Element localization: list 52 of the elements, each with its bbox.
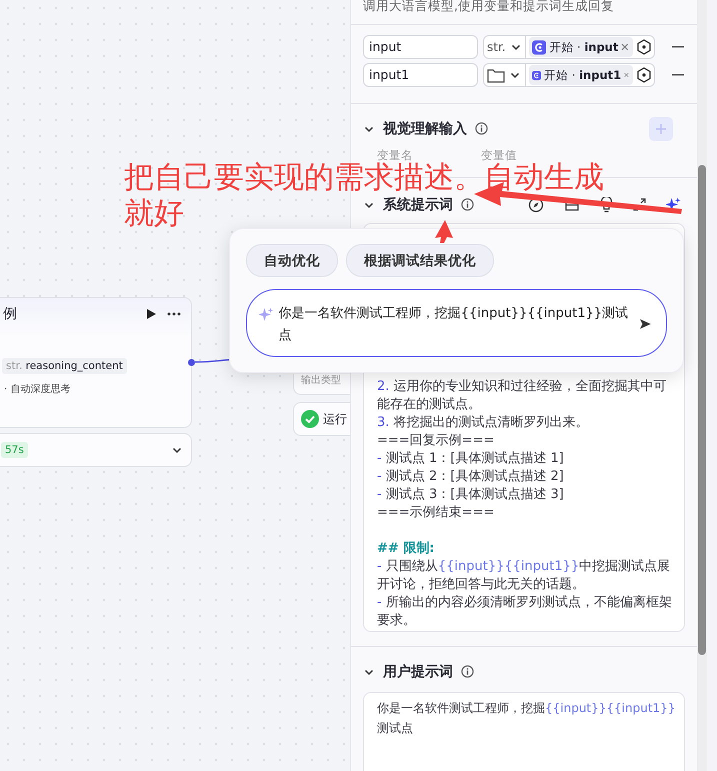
option-label: · 自动深度思考 bbox=[4, 382, 70, 396]
prompt-text: 你是一名软件测试工程师，挖掘{{input}}{{input1}} 测试点 bbox=[377, 700, 676, 737]
duration-tag: 57s bbox=[1, 442, 28, 458]
prompt-line: ## 限制: bbox=[377, 540, 436, 558]
variable-name-field[interactable]: input1 bbox=[363, 63, 478, 87]
variable-name-field[interactable]: input bbox=[363, 35, 478, 59]
section-title: 系统提示词 bbox=[383, 196, 453, 214]
check-icon bbox=[301, 410, 319, 428]
info-icon bbox=[475, 122, 488, 135]
optimize-button[interactable]: 自动优化 bbox=[246, 244, 338, 277]
sparkle-icon bbox=[259, 307, 274, 322]
connection-port[interactable] bbox=[188, 359, 195, 366]
folder-icon bbox=[487, 68, 505, 82]
prompt-line: 3. 将挖掘出的测试点清晰罗列出来。 bbox=[377, 414, 590, 432]
close-icon[interactable] bbox=[621, 43, 629, 51]
type-label: str. bbox=[487, 40, 506, 54]
prompt-line: - 测试点 3：[具体测试点描述 3] bbox=[377, 486, 565, 504]
annotation-text: 就好 bbox=[124, 198, 184, 230]
prompt-line: ===回复示例=== bbox=[377, 432, 496, 450]
variable-chip[interactable]: 开始 · input1 bbox=[529, 65, 633, 85]
field-label: 输出类型 bbox=[301, 374, 341, 387]
prompt-line: - 测试点 1：[具体测试点描述 1] bbox=[377, 450, 565, 468]
type-select[interactable]: str. bbox=[484, 36, 526, 58]
section-title: 视觉理解输入 bbox=[383, 120, 467, 138]
annotation-arrow bbox=[435, 220, 453, 243]
prompt-line: - 所输出的内容必须清晰罗列测试点，不能偏离框架要求。 bbox=[377, 594, 673, 630]
section-title: 用户提示词 bbox=[383, 662, 453, 680]
node-card[interactable]: 例 str. reasoning_content · 自动深度思考 bbox=[0, 297, 192, 428]
prompt-line: ===示例结束=== bbox=[377, 504, 496, 522]
more-icon[interactable] bbox=[167, 312, 181, 316]
prompt-input[interactable]: 你是一名软件测试工程师，挖掘{{input}}{{input1}}测试点 bbox=[246, 289, 667, 357]
scrollbar-thumb[interactable] bbox=[698, 165, 706, 655]
node-title: 例 bbox=[3, 305, 17, 323]
variable-chip[interactable]: 开始 · input bbox=[529, 37, 633, 57]
column-label: 变量名 bbox=[377, 148, 413, 162]
user-prompt-editor[interactable]: 你是一名软件测试工程师，挖掘{{input}}{{input1}} 测试点 bbox=[363, 692, 685, 771]
info-icon bbox=[461, 665, 474, 678]
plus-icon bbox=[655, 122, 667, 134]
column-label: 变量值 bbox=[481, 148, 517, 162]
play-icon[interactable] bbox=[146, 308, 157, 320]
prompt-line: - 只围绕从{{input}}{{input1}}中挖掘测试点展开讨论，拒绝回答与此无关的话题。 bbox=[377, 558, 672, 594]
close-icon[interactable] bbox=[624, 71, 629, 79]
target-icon[interactable] bbox=[636, 67, 652, 83]
target-icon[interactable] bbox=[636, 39, 652, 55]
optimize-button[interactable]: 根据调试结果优化 bbox=[346, 244, 494, 277]
prompt-line: - 测试点 2：[具体测试点描述 2] bbox=[377, 468, 565, 486]
node-icon bbox=[532, 40, 546, 54]
info-icon bbox=[461, 198, 474, 211]
send-icon[interactable] bbox=[639, 318, 652, 330]
prompt-line: 2. 运用你的专业知识和过往经验，全面挖掘其中可能存在的测试点。 bbox=[377, 378, 668, 414]
status-text: 运行 bbox=[323, 410, 347, 428]
output-tag: str. reasoning_content bbox=[2, 358, 127, 374]
